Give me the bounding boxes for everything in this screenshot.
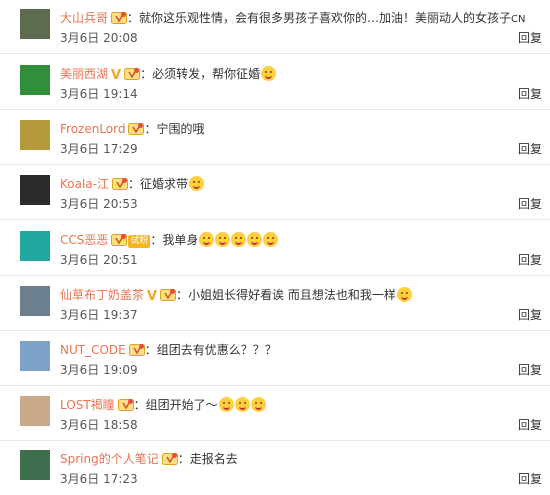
username-link[interactable]: Koala-江 [60,177,109,191]
emoji-icon [234,397,250,412]
comment-timestamp: 3月6日 18:58 [60,418,138,432]
username-link[interactable]: CCS恶恶 [60,233,108,247]
comment-text: ：就你这乐观性情，会有很多男孩子喜欢你的…加油！美丽动人的女孩子 [127,11,512,25]
comment-line: 大山兵哥 ：就你这乐观性情，会有很多男孩子喜欢你的…加油！美丽动人的女孩子CN [60,9,544,29]
comment-timestamp: 3月6日 19:09 [60,363,138,377]
reply-link[interactable]: 回复 [518,196,542,212]
avatar[interactable] [20,396,50,426]
comment-line: CCS恶恶 试粉 ：我单身 [60,231,544,249]
reply-link[interactable]: 回复 [518,86,542,102]
comment-line: LOST褐瞳 ：组团开始了～ [60,396,544,414]
fan-badge-icon [128,123,145,135]
comment-text: ：小姐姐长得好看诶 而且想法也和我一样 [176,288,396,302]
emoji-icon [199,232,215,247]
comment-row: FrozenLord ：宁围的哦 3月6日 17:29 回复 [0,111,550,165]
emoji-icon [261,66,277,81]
comment-timestamp: 3月6日 19:37 [60,308,138,322]
username-link[interactable]: LOST褐瞳 [60,398,115,412]
fan-badge-icon [160,289,177,301]
comment-row: Spring的个人笔记 ：走报名去 3月6日 17:23 回复 [0,441,550,495]
username-link[interactable]: 美丽西湖 [60,67,108,81]
fan-badge-icon [161,453,178,465]
avatar[interactable] [20,120,50,150]
comment-text: ：我单身 [150,233,199,247]
reply-link[interactable]: 回复 [518,30,542,46]
comment-text: ：宁围的哦 [144,122,205,136]
comment-timestamp: 3月6日 20:51 [60,253,138,267]
verified-v-icon: V [111,68,122,83]
comment-timestamp: 3月6日 19:14 [60,87,138,101]
emoji-icon [218,397,234,412]
fan-badge-icon [124,68,141,80]
avatar[interactable] [20,175,50,205]
emoji-icon [396,287,412,302]
username-link[interactable]: 仙草布丁奶盖茶 [60,288,144,302]
comment-text: ：征婚求带 [128,177,189,191]
avatar[interactable] [20,341,50,371]
comment-line: NUT_CODE ：组团去有优惠么？？？ [60,341,544,359]
comment-row: LOST褐瞳 ：组团开始了～ 3月6日 18:58 回复 [0,387,550,441]
fan-badge-icon [111,234,128,246]
fan-badge-icon [117,399,134,411]
username-link[interactable]: Spring的个人笔记 [60,452,159,466]
comment-row: Koala-江 ：征婚求带 3月6日 20:53 回复 [0,166,550,220]
comment-suffix: CN [511,14,526,25]
comment-text: ：必须转发，帮你征婚 [140,67,261,81]
emoji-icon [247,232,263,247]
comment-line: 美丽西湖 V ：必须转发，帮你征婚 [60,65,544,85]
username-link[interactable]: NUT_CODE [60,343,126,357]
fan-badge-icon [111,12,128,24]
reply-link[interactable]: 回复 [518,471,542,487]
username-link[interactable]: FrozenLord [60,122,125,136]
comment-line: Spring的个人笔记 ：走报名去 [60,450,544,468]
comment-row: CCS恶恶 试粉 ：我单身 3月6日 20:51 回复 [0,222,550,276]
emoji-icon [215,232,231,247]
avatar[interactable] [20,9,50,39]
comment-row: 大山兵哥 ：就你这乐观性情，会有很多男孩子喜欢你的…加油！美丽动人的女孩子CN 3月… [0,0,550,54]
fan-tag-badge: 试粉 [128,235,151,248]
emoji-icon [250,397,266,412]
emoji-icon [231,232,247,247]
fan-badge-icon [128,344,145,356]
fan-badge-icon [112,178,128,190]
reply-link[interactable]: 回复 [518,252,542,268]
comment-timestamp: 3月6日 20:08 [60,31,138,45]
comment-row: NUT_CODE ：组团去有优惠么？？？ 3月6日 19:09 回复 [0,332,550,386]
comment-text: ：走报名去 [177,452,238,466]
comment-line: 仙草布丁奶盖茶 V ：小姐姐长得好看诶 而且想法也和我一样 [60,286,544,306]
avatar[interactable] [20,231,50,261]
comment-timestamp: 3月6日 17:23 [60,472,138,486]
comment-line: Koala-江 ：征婚求带 [60,175,544,193]
reply-link[interactable]: 回复 [518,307,542,323]
comment-text: ：组团去有优惠么？？？ [144,343,277,357]
comment-line: FrozenLord ：宁围的哦 [60,120,544,138]
comment-timestamp: 3月6日 20:53 [60,197,138,211]
comment-row: 美丽西湖 V ：必须转发，帮你征婚 3月6日 19:14 回复 [0,56,550,110]
comment-timestamp: 3月6日 17:29 [60,142,138,156]
avatar[interactable] [20,450,50,480]
emoji-icon [263,232,279,247]
reply-link[interactable]: 回复 [518,362,542,378]
reply-link[interactable]: 回复 [518,141,542,157]
emoji-icon [189,176,205,191]
reply-link[interactable]: 回复 [518,417,542,433]
verified-v-icon: V [147,289,158,304]
avatar[interactable] [20,286,50,316]
username-link[interactable]: 大山兵哥 [60,11,108,25]
comment-list: 大山兵哥 ：就你这乐观性情，会有很多男孩子喜欢你的…加油！美丽动人的女孩子CN 3月… [0,0,550,490]
avatar[interactable] [20,65,50,95]
comment-row: 仙草布丁奶盖茶 V ：小姐姐长得好看诶 而且想法也和我一样 3月6日 19:37 回复 [0,277,550,331]
comment-text: ：组团开始了～ [133,398,218,412]
